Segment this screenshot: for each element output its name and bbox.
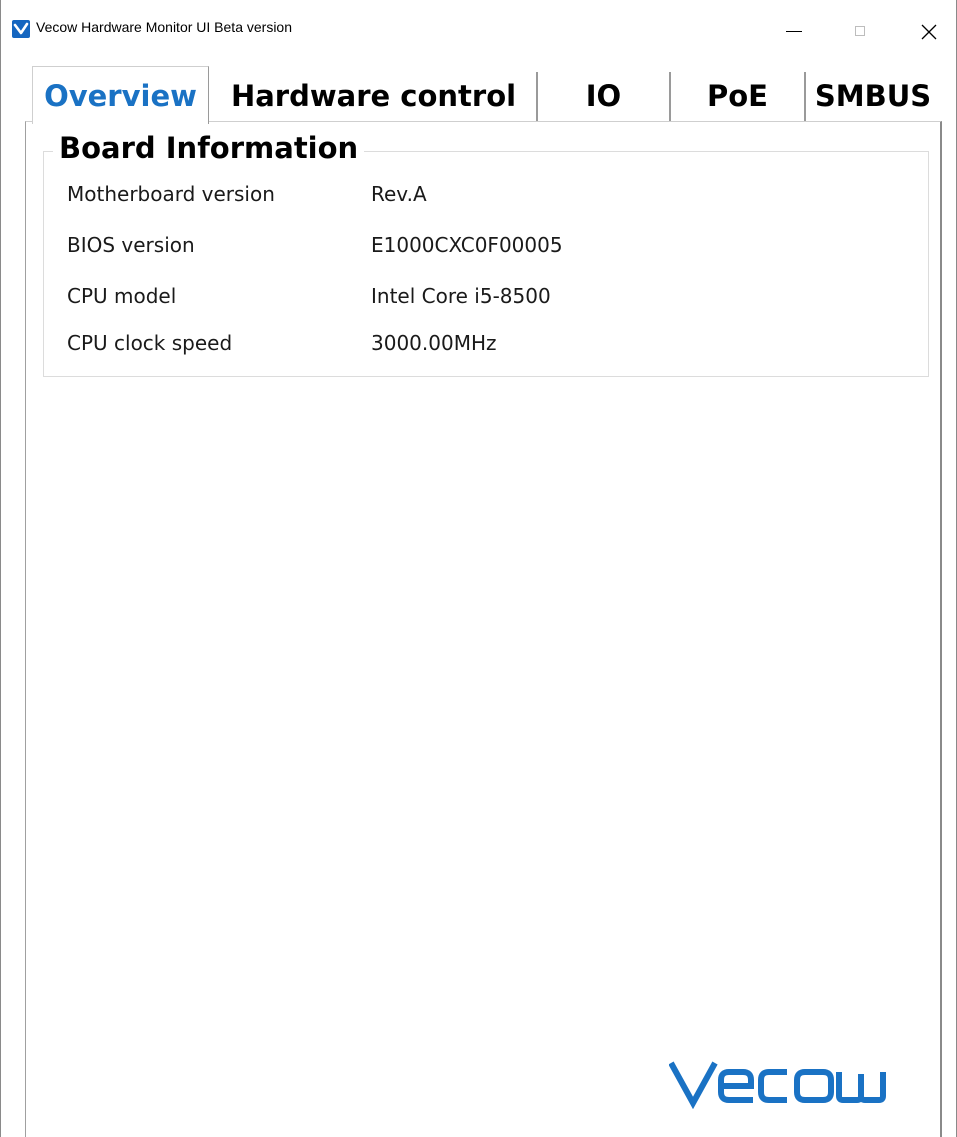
bios-version-value: E1000CXC0F00005 [371,233,563,257]
tab-hardware-control[interactable]: Hardware control [211,70,536,122]
cpu-clock-speed-value: 3000.00MHz [371,331,497,355]
close-icon [921,24,937,40]
maximize-button[interactable] [846,12,890,46]
vecow-logo [668,1059,909,1113]
title-bar[interactable]: Vecow Hardware Monitor UI Beta version [1,0,956,50]
app-window: Vecow Hardware Monitor UI Beta version O… [0,0,957,1137]
tab-smbus[interactable]: SMBUS [806,70,940,122]
minimize-icon [786,31,802,32]
tab-io[interactable]: IO [538,70,669,122]
cpu-model-label: CPU model [67,284,177,308]
vecow-checkmark-icon [12,20,30,38]
tab-strip: Overview Hardware control IO PoE SMBUS [1,50,956,124]
minimize-button[interactable] [779,12,823,46]
bios-version-label: BIOS version [67,233,195,257]
tab-poe[interactable]: PoE [671,70,804,122]
window-title: Vecow Hardware Monitor UI Beta version [36,19,292,35]
board-information-title: Board Information [53,131,365,165]
close-button[interactable] [908,12,952,46]
cpu-model-value: Intel Core i5-8500 [371,284,551,308]
tab-overview[interactable]: Overview [32,66,209,124]
cpu-clock-speed-label: CPU clock speed [67,331,233,355]
maximize-icon [855,26,865,36]
motherboard-version-label: Motherboard version [67,182,275,206]
motherboard-version-value: Rev.A [371,182,427,206]
